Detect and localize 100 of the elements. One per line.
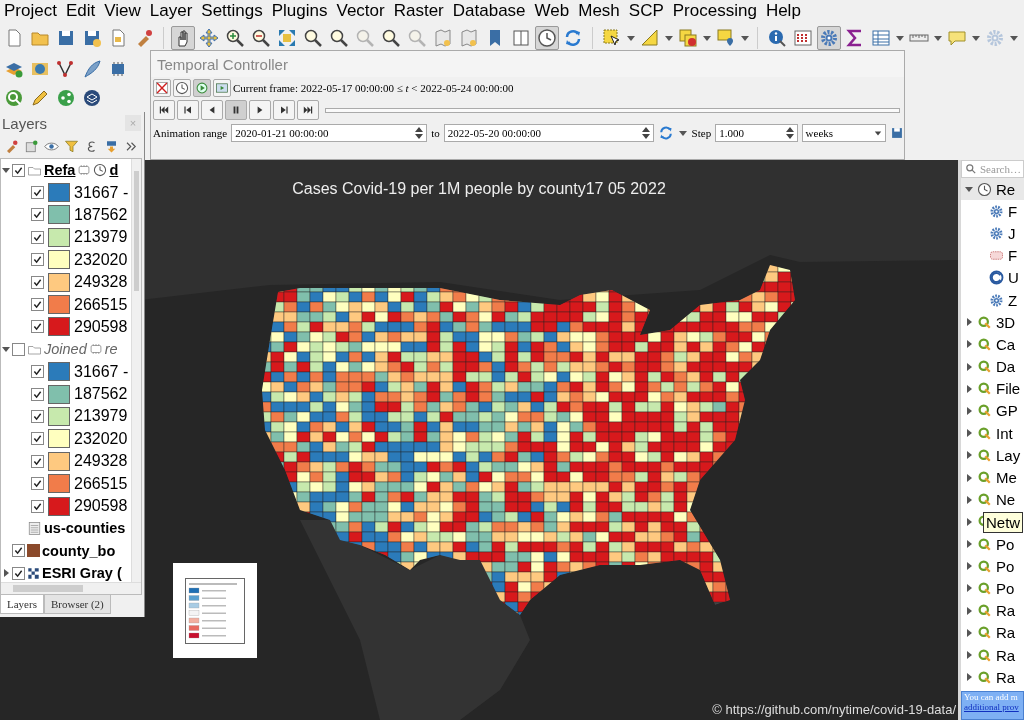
clock-icon[interactable] <box>93 163 108 178</box>
processing-toolbox-button[interactable] <box>817 26 841 50</box>
caret-icon[interactable] <box>874 129 882 137</box>
browser-item[interactable]: Ra <box>996 646 1016 664</box>
skip-end-button[interactable] <box>297 100 319 120</box>
expand-arrow-icon[interactable] <box>965 406 973 415</box>
browser-item[interactable]: Me <box>996 469 1017 487</box>
reverse-button[interactable] <box>201 100 223 120</box>
browser-item[interactable]: Ra <box>996 624 1016 642</box>
checkbox[interactable] <box>31 365 44 379</box>
checkbox[interactable] <box>12 544 25 558</box>
checkbox[interactable] <box>31 454 44 468</box>
checkbox[interactable] <box>12 566 25 580</box>
expand-arrow-icon[interactable] <box>965 517 973 526</box>
expand-arrow-icon[interactable] <box>965 185 973 194</box>
expand-arrow-icon[interactable] <box>965 673 973 682</box>
pan-to-selection-button[interactable] <box>197 26 221 50</box>
disable-temporal-button[interactable] <box>153 79 171 97</box>
layer-name[interactable]: re <box>104 341 118 358</box>
browser-item[interactable]: File <box>996 380 1021 398</box>
menu-item[interactable]: Help <box>761 0 806 22</box>
expand-arrow-icon[interactable] <box>965 473 973 482</box>
browser-item[interactable]: Po <box>996 557 1015 575</box>
unit-dropdown[interactable]: weeks <box>801 124 886 142</box>
browser-item[interactable]: Da <box>996 358 1016 376</box>
expand-arrow-icon[interactable] <box>965 606 973 615</box>
checkbox[interactable] <box>31 208 44 222</box>
layer-name[interactable]: ESRI Gray ( <box>42 565 122 582</box>
menu-item[interactable]: Layer <box>145 0 198 22</box>
menu-item[interactable]: Project <box>0 0 62 22</box>
browser-item[interactable]: 3D <box>996 313 1016 331</box>
spinner-arrows-icon[interactable] <box>785 126 794 140</box>
menu-item[interactable]: Settings <box>197 0 268 22</box>
menu-item[interactable]: Edit <box>61 0 101 22</box>
layer-name[interactable]: d <box>109 162 119 179</box>
pause-button[interactable] <box>225 100 247 120</box>
menu-item[interactable]: Plugins <box>267 0 333 22</box>
panel-tab[interactable]: Layers <box>0 595 44 614</box>
animated-button[interactable] <box>193 79 211 97</box>
start-date-field[interactable]: 2020-01-21 00:00:00 <box>231 124 428 142</box>
browser-item[interactable]: Ca <box>996 335 1016 353</box>
expand-arrow-icon[interactable] <box>965 384 973 393</box>
menu-item[interactable]: View <box>100 0 146 22</box>
menu-item[interactable]: Mesh <box>574 0 625 22</box>
menu-item[interactable]: Raster <box>389 0 449 22</box>
checkbox[interactable] <box>31 298 44 312</box>
checkbox[interactable] <box>31 320 44 334</box>
spinner-arrows-icon[interactable] <box>415 126 424 140</box>
checkbox[interactable] <box>31 410 44 423</box>
checkbox[interactable] <box>31 499 44 513</box>
expand-arrow-icon[interactable] <box>965 340 973 349</box>
browser-item[interactable]: GP <box>996 402 1018 420</box>
browser-item[interactable]: Int <box>996 424 1013 442</box>
checkbox[interactable] <box>31 230 44 244</box>
expand-arrow-icon[interactable] <box>965 451 973 460</box>
expand-arrow-icon[interactable] <box>965 495 973 504</box>
menu-item[interactable]: SCP <box>624 0 669 22</box>
checkbox[interactable] <box>31 477 44 491</box>
expand-arrow-icon[interactable] <box>2 569 10 578</box>
panel-tab[interactable]: Browser (2) <box>43 595 111 614</box>
expand-arrow-icon[interactable] <box>2 166 10 175</box>
expand-arrow-icon[interactable] <box>965 362 973 371</box>
end-date-field[interactable]: 2022-05-20 00:00:00 <box>443 124 654 142</box>
step-field[interactable]: 1.000 <box>715 124 798 142</box>
layer-name[interactable]: us-counties <box>44 520 126 537</box>
menu-item[interactable]: Database <box>448 0 531 22</box>
expand-arrow-icon[interactable] <box>965 651 973 660</box>
checkbox[interactable] <box>31 186 44 200</box>
refresh-button[interactable] <box>657 125 674 141</box>
browser-item[interactable]: Z <box>1008 291 1018 309</box>
vertical-scrollbar[interactable] <box>131 159 141 582</box>
checkbox[interactable] <box>31 432 44 446</box>
play-button[interactable] <box>249 100 271 120</box>
browser-item[interactable]: Po <box>996 535 1015 553</box>
spinner-arrows-icon[interactable] <box>641 126 650 140</box>
temporal-controller-button[interactable] <box>535 26 559 50</box>
menu-item[interactable]: Vector <box>332 0 390 22</box>
menu-item[interactable]: Web <box>530 0 575 22</box>
checkbox[interactable] <box>31 253 44 267</box>
chip-icon[interactable] <box>88 342 103 357</box>
checkbox[interactable] <box>12 342 25 356</box>
browser-item[interactable]: F <box>1008 202 1018 220</box>
fixed-range-button[interactable] <box>173 79 191 97</box>
expand-arrow-icon[interactable] <box>965 628 973 637</box>
expand-arrow-icon[interactable] <box>965 562 973 571</box>
info-link[interactable]: additional prov <box>964 702 1023 712</box>
timeline-slider[interactable] <box>325 107 900 113</box>
browser-item[interactable]: J <box>1008 224 1016 242</box>
expand-arrow-icon[interactable] <box>2 345 10 354</box>
browser-item[interactable]: Lay <box>996 446 1021 464</box>
pan-button[interactable] <box>171 26 195 50</box>
step-back-button[interactable] <box>177 100 199 120</box>
step-forward-button[interactable] <box>273 100 295 120</box>
checkbox[interactable] <box>31 387 44 401</box>
browser-item[interactable]: Ra <box>996 668 1016 686</box>
expand-arrow-icon[interactable] <box>965 318 973 327</box>
checkbox[interactable] <box>12 163 25 177</box>
menu-item[interactable]: Processing <box>668 0 762 22</box>
layer-name[interactable]: Refa <box>44 162 76 179</box>
expand-arrow-icon[interactable] <box>965 584 973 593</box>
